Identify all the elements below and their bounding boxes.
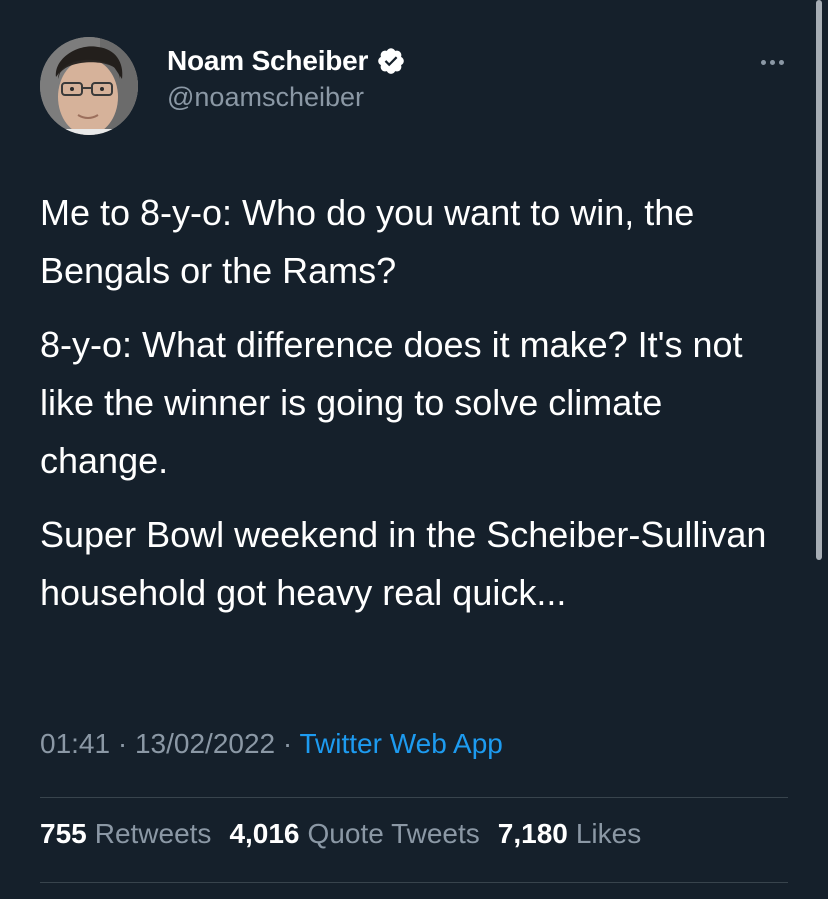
tweet-detail: Noam Scheiber @noamscheiber Me to 8-y-o:… [0, 0, 828, 899]
more-dot [778, 59, 784, 65]
tweet-source-link[interactable]: Twitter Web App [300, 728, 503, 759]
quote-tweets-count: 4,016 [229, 818, 300, 849]
tweet-paragraph: Super Bowl weekend in the Scheiber-Sulli… [40, 514, 767, 613]
handle[interactable]: @noamscheiber [167, 82, 406, 113]
retweets-count: 755 [40, 818, 87, 849]
quote-tweets-label: Quote Tweets [307, 818, 480, 849]
likes-label: Likes [575, 818, 642, 849]
author-block: Noam Scheiber @noamscheiber [167, 44, 406, 113]
tweet-paragraph: Me to 8-y-o: Who do you want to win, the… [40, 192, 695, 291]
retweets-stat[interactable]: 755 Retweets [40, 818, 211, 850]
scrollbar[interactable] [816, 0, 822, 560]
tweet-paragraph: 8-y-o: What difference does it make? It'… [40, 324, 743, 481]
likes-count: 7,180 [497, 818, 568, 849]
divider [40, 797, 788, 798]
tweet-time[interactable]: 01:41 [40, 728, 110, 759]
verified-badge-icon [376, 46, 406, 76]
display-name[interactable]: Noam Scheiber [167, 45, 368, 77]
tweet-date[interactable]: 13/02/2022 [135, 728, 275, 759]
tweet-stats: 755 Retweets 4,016 Quote Tweets 7,180 Likes [40, 818, 659, 850]
divider [40, 882, 788, 883]
meta-separator: · [117, 728, 135, 759]
more-dot [760, 59, 766, 65]
avatar-photo [40, 37, 138, 135]
avatar[interactable] [40, 37, 138, 135]
retweets-label: Retweets [94, 818, 212, 849]
more-horizontal-icon[interactable] [752, 50, 792, 74]
more-dot [769, 59, 775, 65]
tweet-text: Me to 8-y-o: Who do you want to win, the… [40, 184, 800, 638]
likes-stat[interactable]: 7,180 Likes [498, 818, 641, 850]
quote-tweets-stat[interactable]: 4,016 Quote Tweets [229, 818, 479, 850]
meta-separator: · [282, 728, 300, 759]
name-row: Noam Scheiber [167, 44, 406, 78]
tweet-meta: 01:41 · 13/02/2022 · Twitter Web App [40, 728, 503, 760]
